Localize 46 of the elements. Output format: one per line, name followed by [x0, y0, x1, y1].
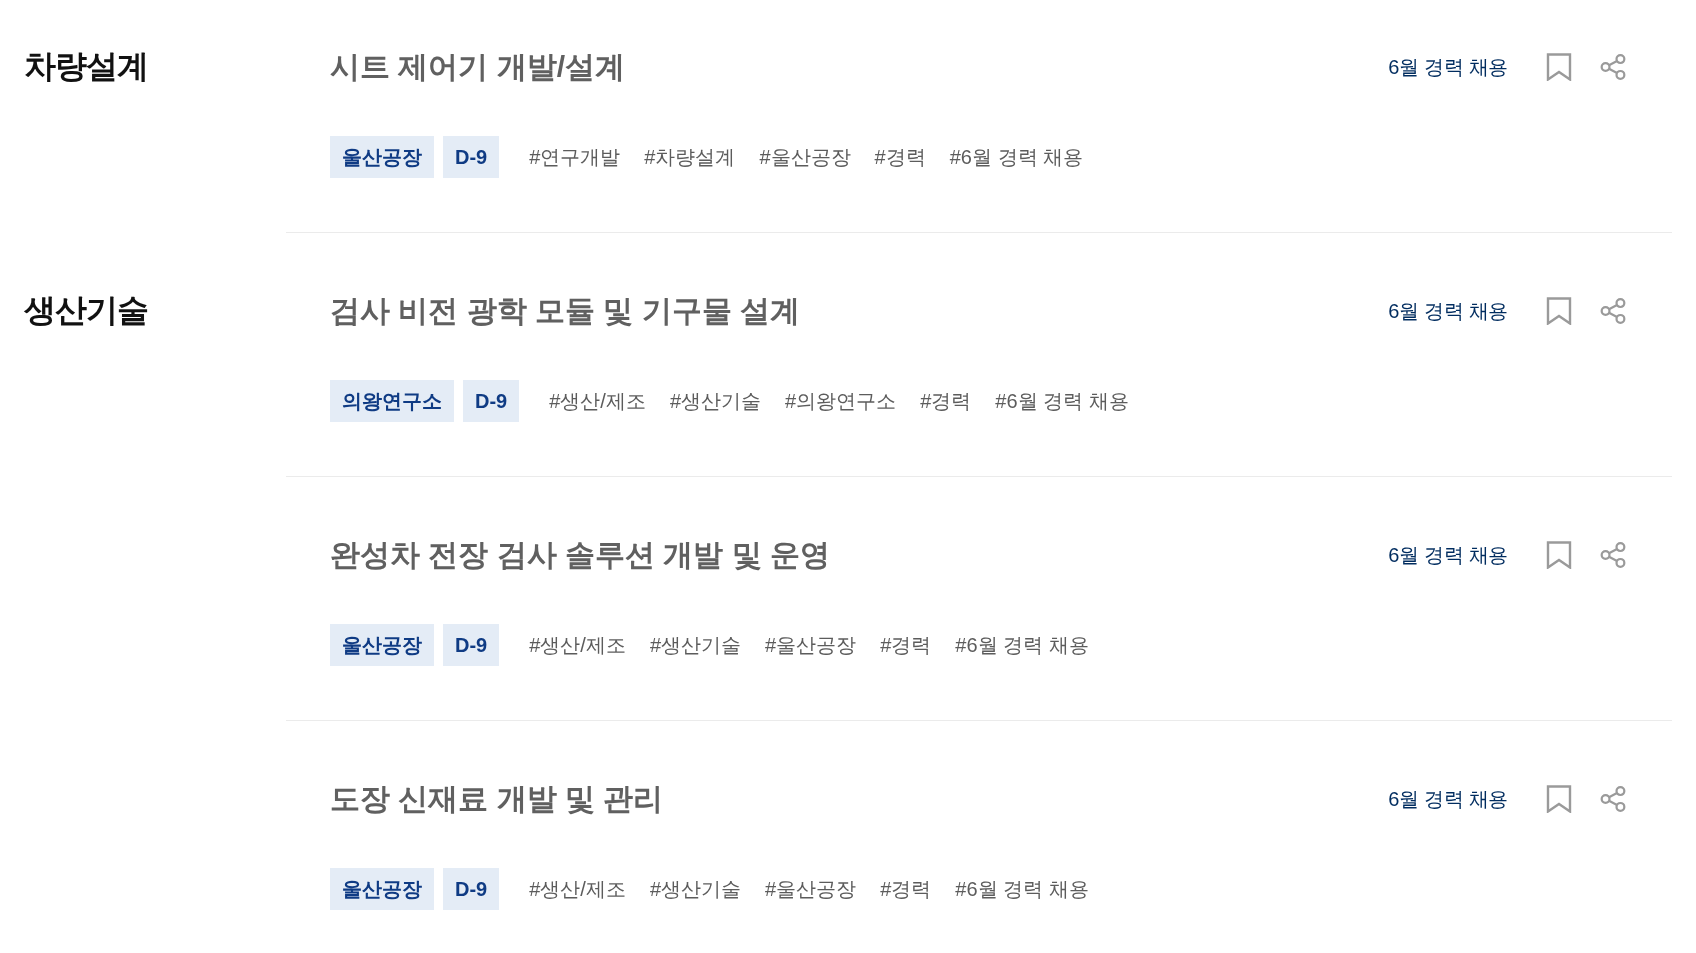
category-heading: 생산기술 [24, 291, 148, 330]
job-title-link[interactable]: 시트 제어기 개발/설계 [330, 47, 625, 86]
hashtag-link[interactable]: #울산공장 [759, 142, 851, 172]
hashtag-link[interactable]: #연구개발 [529, 142, 621, 172]
location-tag: 울산공장 [330, 136, 434, 178]
recruit-link[interactable]: 6월 경력 채용 [1388, 783, 1508, 814]
hashtag-link[interactable]: #6월 경력 채용 [955, 630, 1089, 660]
hashtag-link[interactable]: #생산기술 [649, 874, 742, 904]
category-heading: 차량설계 [24, 47, 148, 86]
bookmark-icon[interactable] [1546, 296, 1572, 325]
deadline-tag: D-9 [443, 624, 500, 666]
hashtag-link[interactable]: #차량설계 [644, 142, 736, 172]
job-title-link[interactable]: 완성차 전장 검사 솔루션 개발 및 운영 [330, 535, 830, 574]
job-title-link[interactable]: 검사 비전 광학 모듈 및 기구물 설계 [330, 291, 800, 330]
recruit-link[interactable]: 6월 경력 채용 [1388, 295, 1508, 326]
recruit-link[interactable]: 6월 경력 채용 [1388, 51, 1508, 82]
job-title-link[interactable]: 도장 신재료 개발 및 관리 [330, 779, 664, 818]
recruit-link[interactable]: 6월 경력 채용 [1388, 539, 1508, 570]
hashtag-link[interactable]: #울산공장 [765, 874, 857, 904]
hashtag-link[interactable]: #6월 경력 채용 [995, 386, 1129, 416]
location-tag: 울산공장 [330, 868, 434, 910]
hashtag-link[interactable]: #6월 경력 채용 [955, 874, 1089, 904]
bookmark-icon[interactable] [1546, 52, 1572, 81]
deadline-tag: D-9 [443, 136, 500, 178]
deadline-tag: D-9 [443, 868, 500, 910]
bookmark-icon[interactable] [1546, 540, 1572, 569]
deadline-tag: D-9 [463, 380, 520, 422]
hashtag-link[interactable]: #6월 경력 채용 [949, 142, 1084, 172]
hashtag-link[interactable]: #의왕연구소 [785, 386, 897, 416]
hashtag-link[interactable]: #생산기술 [649, 630, 742, 660]
share-icon[interactable] [1600, 296, 1626, 325]
share-icon[interactable] [1600, 52, 1626, 81]
hashtag-link[interactable]: #생산/제조 [549, 386, 646, 416]
hashtag-link[interactable]: #경력 [874, 142, 926, 172]
hashtag-link[interactable]: #경력 [920, 386, 972, 416]
hashtag-link[interactable]: #경력 [880, 630, 932, 660]
hashtag-link[interactable]: #경력 [880, 874, 932, 904]
hashtag-link[interactable]: #울산공장 [765, 630, 857, 660]
location-tag: 의왕연구소 [330, 380, 454, 422]
hashtag-link[interactable]: #생산기술 [669, 386, 762, 416]
hashtag-link[interactable]: #생산/제조 [529, 874, 626, 904]
hashtag-link[interactable]: #생산/제조 [529, 630, 626, 660]
location-tag: 울산공장 [330, 624, 434, 666]
bookmark-icon[interactable] [1546, 784, 1572, 813]
share-icon[interactable] [1600, 540, 1626, 569]
share-icon[interactable] [1600, 784, 1626, 813]
